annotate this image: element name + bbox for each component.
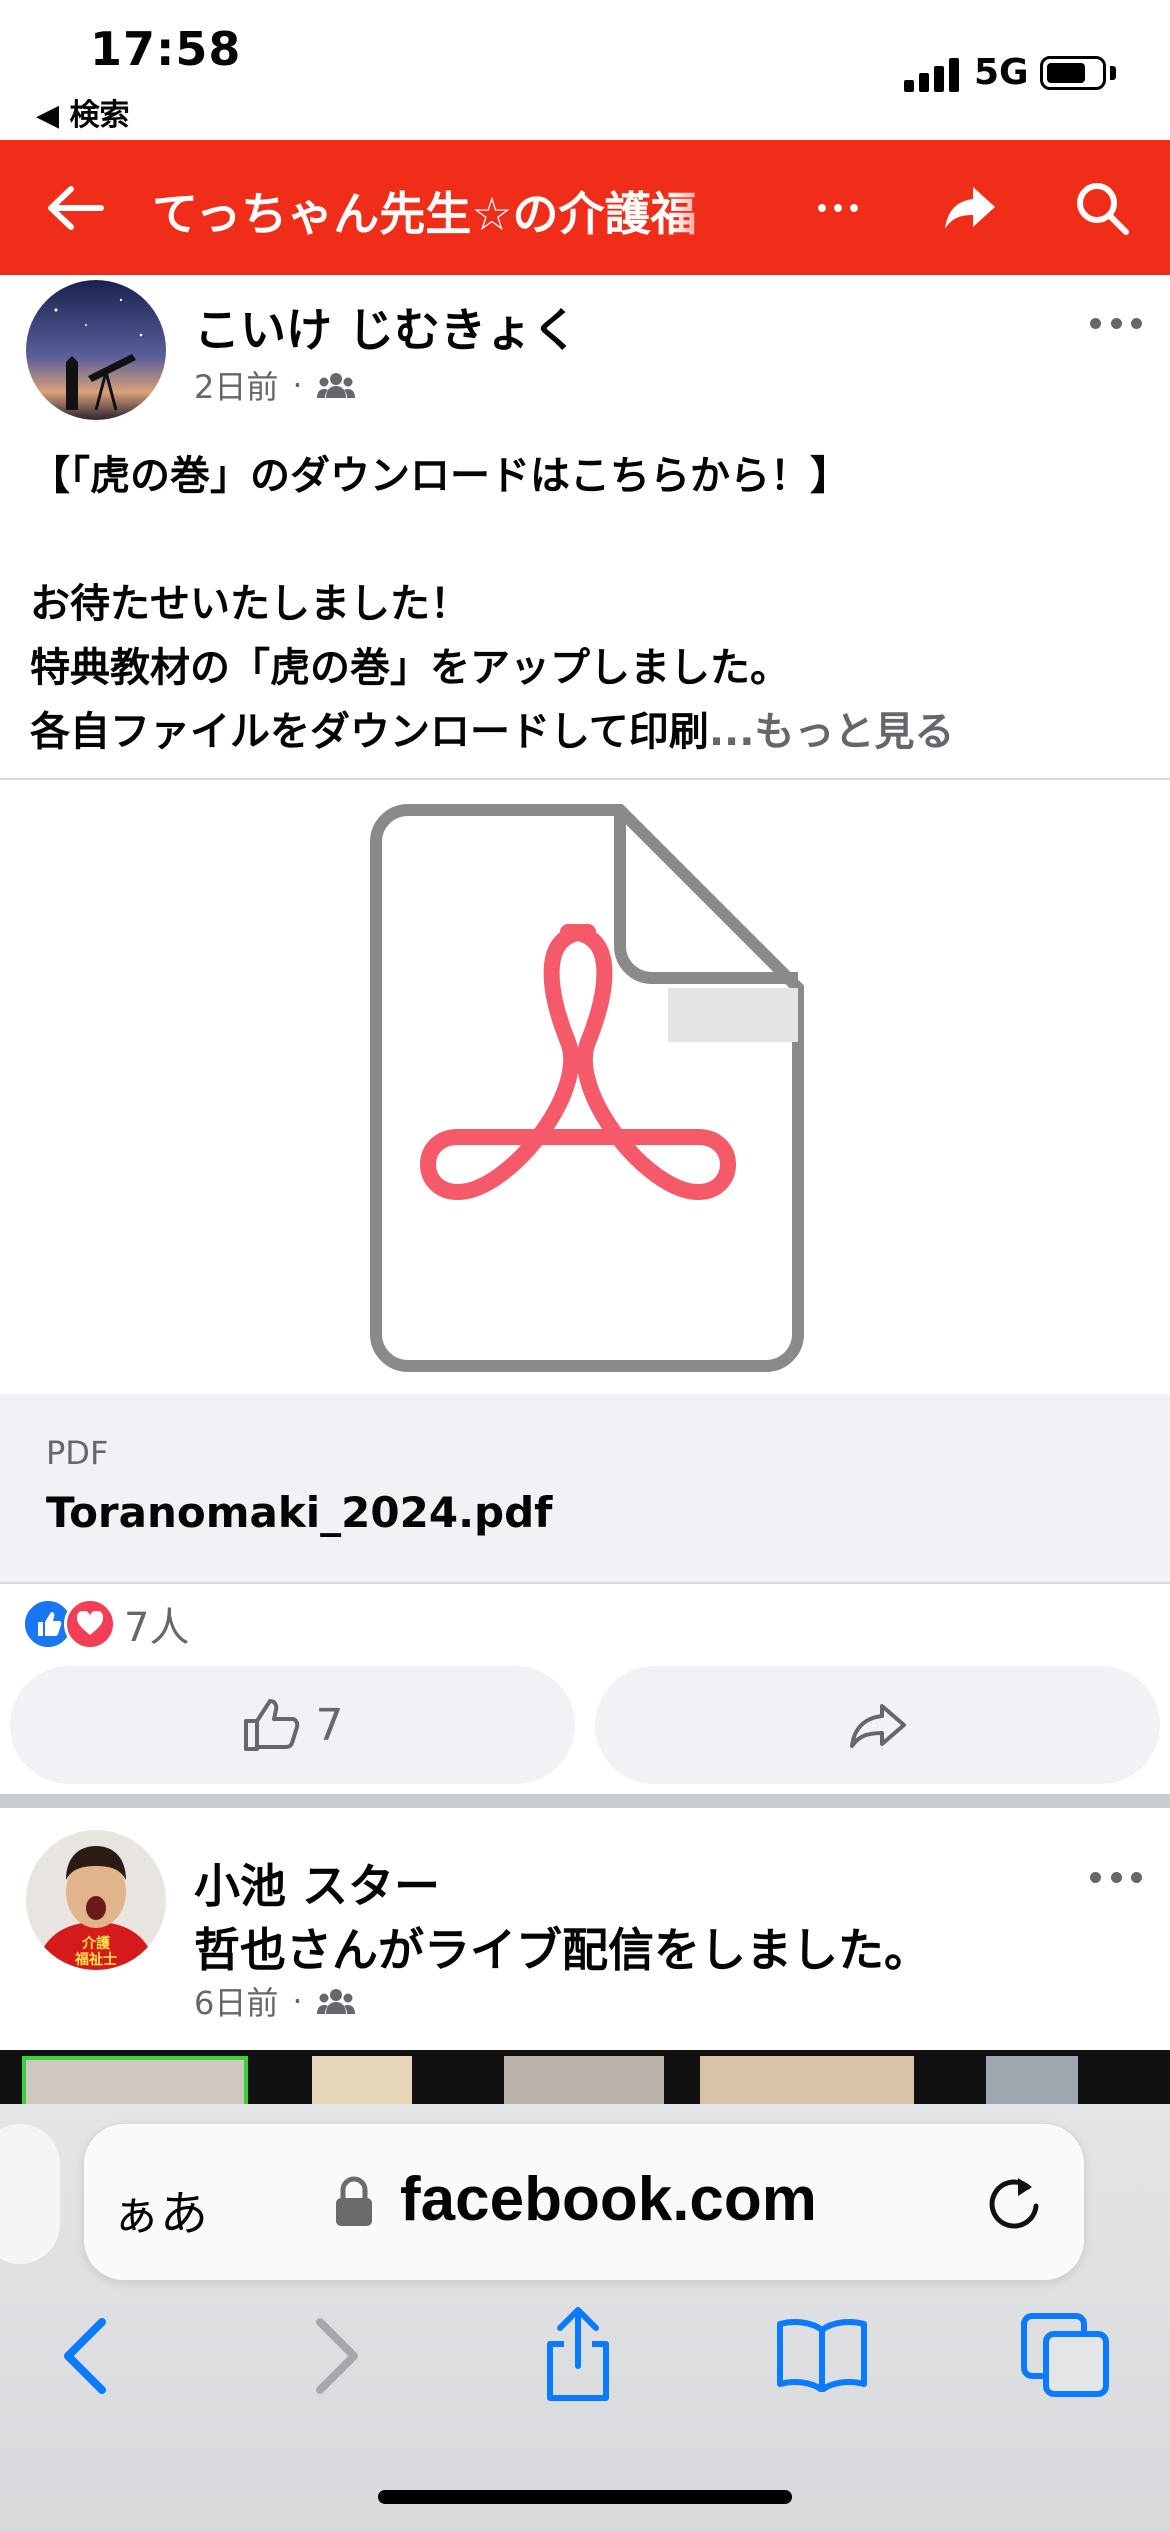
video-tile — [22, 2056, 248, 2110]
share-button[interactable] — [595, 1666, 1160, 1784]
post-text: 【「虎の巻」のダウンロードはこちらから！】 お待たせいたしました！ 特典教材の「… — [30, 444, 1140, 764]
back-arrow-icon[interactable] — [40, 140, 110, 275]
post-line: 特典教材の「虎の巻」をアップしました。 — [30, 645, 790, 691]
post-subtitle: 哲也さんがライブ配信をしました。 — [194, 1923, 930, 1977]
group-title: てっちゃん先生☆の介護福 — [152, 178, 732, 244]
attachment-file-name: Toranomaki_2024.pdf — [46, 1488, 553, 1537]
see-more-link[interactable]: もっと見る — [754, 709, 954, 755]
network-type: 5G — [974, 52, 1029, 93]
video-tile — [700, 2056, 914, 2110]
reload-icon[interactable] — [984, 2170, 1048, 2236]
group-icon — [316, 373, 355, 398]
love-reaction-icon — [64, 1598, 116, 1650]
attachment-info[interactable]: PDF Toranomaki_2024.pdf — [0, 1394, 1170, 1582]
meta-separator: · — [292, 366, 303, 404]
tabs-icon[interactable] — [1020, 2312, 1112, 2398]
post-author[interactable]: 小池 スター — [194, 1850, 440, 1916]
pdf-file-icon — [370, 804, 804, 1372]
back-to-search-link[interactable]: ◀ 検索 — [36, 90, 130, 134]
thumbs-up-icon — [243, 1699, 299, 1751]
group-icon — [316, 1989, 355, 2014]
like-button[interactable]: 7 — [10, 1666, 575, 1784]
post-line: お待たせいたしました！ — [30, 581, 470, 627]
post-options-icon[interactable] — [1090, 318, 1142, 332]
attachment-preview[interactable] — [0, 780, 1170, 1392]
group-header: てっちゃん先生☆の介護福 — [0, 140, 1170, 275]
post-separator — [0, 1794, 1170, 1808]
bookmarks-icon[interactable] — [774, 2316, 870, 2392]
svg-text:介護: 介護 — [81, 1935, 111, 1952]
address-bar[interactable]: ぁあ facebook.com — [84, 2124, 1084, 2280]
svg-text:福祉士: 福祉士 — [74, 1951, 117, 1968]
post-line: 【「虎の巻」のダウンロードはこちらから！】 — [30, 453, 850, 499]
forward-chevron-icon[interactable] — [310, 2316, 364, 2396]
video-tile — [504, 2056, 664, 2110]
share-sheet-icon[interactable] — [540, 2304, 616, 2404]
post-time: 6日前 — [194, 1984, 279, 2022]
reaction-count: 7人 — [124, 1605, 190, 1651]
signal-icon — [904, 56, 960, 92]
status-bar: 17:58 ◀ 検索 5G — [0, 0, 1170, 140]
more-icon[interactable] — [818, 140, 858, 275]
back-chevron-icon[interactable] — [58, 2316, 112, 2396]
browser-toolbar: ぁあ facebook.com — [0, 2104, 1170, 2532]
share-icon — [849, 1704, 906, 1748]
avatar[interactable] — [26, 280, 166, 420]
video-tile — [312, 2056, 412, 2110]
post-line — [30, 508, 1140, 572]
post-meta: 2日前 · — [194, 362, 355, 408]
search-icon[interactable] — [1070, 140, 1134, 275]
lock-icon — [336, 2176, 372, 2226]
battery-icon — [1040, 56, 1106, 90]
ellipsis: ... — [708, 709, 755, 755]
meta-separator: · — [292, 1982, 303, 2020]
video-tile — [986, 2056, 1078, 2110]
post-line: 各自ファイルをダウンロードして印刷...もっと見る — [30, 700, 1140, 764]
url-text: facebook.com — [400, 2165, 817, 2234]
avatar[interactable]: 介護 福祉士 — [26, 1830, 166, 1970]
live-video-preview[interactable] — [0, 2050, 1170, 2110]
post-time: 2日前 — [194, 368, 279, 406]
status-time: 17:58 — [90, 22, 242, 76]
like-count: 7 — [315, 1699, 344, 1751]
reaction-summary[interactable]: 7人 — [22, 1596, 189, 1652]
previous-tab[interactable] — [0, 2124, 60, 2264]
post-author[interactable]: こいけ じむきょく — [194, 294, 578, 360]
home-indicator — [378, 2490, 792, 2504]
divider — [0, 1582, 1170, 1584]
share-icon[interactable] — [940, 140, 1000, 275]
reader-options-button[interactable]: ぁあ — [112, 2174, 208, 2244]
post-options-icon[interactable] — [1090, 1872, 1142, 1886]
post-line-text: 各自ファイルをダウンロードして印刷 — [30, 709, 709, 755]
attachment-type: PDF — [46, 1434, 109, 1472]
post-meta: 6日前 · — [194, 1978, 355, 2024]
